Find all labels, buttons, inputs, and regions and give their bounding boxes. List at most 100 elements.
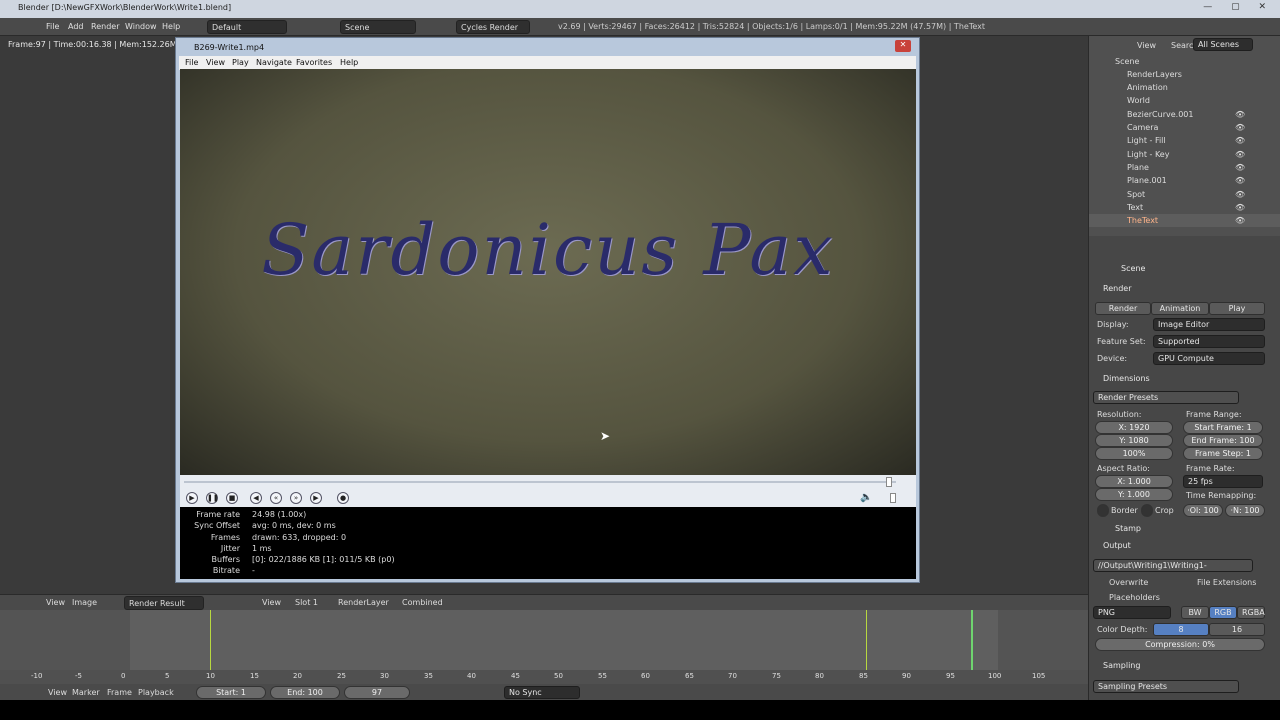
player-menu-favorites[interactable]: Favorites (296, 58, 332, 67)
media-player-window[interactable]: B269-Write1.mp4 ✕ File View Play Navigat… (175, 37, 920, 583)
panel-sampling[interactable]: Sampling (1103, 661, 1140, 670)
tl-frame-menu[interactable]: Frame (107, 688, 132, 697)
outliner-filter-select[interactable]: All Scenes (1193, 38, 1253, 51)
menu-render[interactable]: Render (91, 22, 119, 31)
tl-playback-menu[interactable]: Playback (138, 688, 174, 697)
rewind-icon[interactable]: « (270, 492, 282, 504)
resolution-percent[interactable]: 100% (1095, 447, 1173, 460)
resolution-y[interactable]: Y: 1080 (1095, 434, 1173, 447)
tl-marker-menu[interactable]: Marker (72, 688, 100, 697)
tl-view-menu[interactable]: View (48, 688, 67, 697)
seek-bar[interactable] (180, 475, 916, 489)
compression-slider[interactable]: Compression: 0% (1095, 638, 1265, 651)
eye-icon[interactable]: 👁 (1235, 150, 1245, 159)
format-select[interactable]: PNG (1093, 606, 1171, 619)
placeholders-label[interactable]: Placeholders (1109, 593, 1160, 602)
eye-icon[interactable]: 👁 (1235, 216, 1245, 225)
play-icon[interactable]: ▶ (186, 492, 198, 504)
overwrite-label[interactable]: Overwrite (1109, 578, 1148, 587)
ie-image-menu[interactable]: Image (72, 598, 97, 607)
color-rgb[interactable]: RGB (1209, 606, 1237, 619)
time-remap-old[interactable]: ·Ol: 100 (1183, 504, 1223, 517)
eye-icon[interactable]: 👁 (1235, 163, 1245, 172)
player-menu-file[interactable]: File (185, 58, 198, 67)
color-rgba[interactable]: RGBA (1237, 606, 1265, 619)
aspect-x[interactable]: X: 1.000 (1095, 475, 1173, 488)
render-button[interactable]: Render (1095, 302, 1151, 315)
tl-sync-select[interactable]: No Sync (504, 686, 580, 699)
sampling-presets[interactable]: Sampling Presets (1093, 680, 1239, 693)
end-frame[interactable]: End Frame: 100 (1183, 434, 1263, 447)
previous-icon[interactable]: ◀ (250, 492, 262, 504)
panel-stamp[interactable]: Stamp (1115, 524, 1141, 533)
record-icon[interactable]: ● (337, 492, 349, 504)
panel-output[interactable]: Output (1103, 541, 1131, 550)
close-icon[interactable]: ✕ (895, 40, 911, 52)
start-frame[interactable]: Start Frame: 1 (1183, 421, 1263, 434)
tl-current-frame[interactable]: 97 (344, 686, 410, 699)
layout-select[interactable]: Default (207, 20, 287, 34)
pause-icon[interactable]: ❚❚ (206, 492, 219, 504)
player-menu-navigate[interactable]: Navigate (256, 58, 292, 67)
video-frame[interactable]: Sardonicus Pax ➤ (180, 69, 916, 475)
outliner-item-active[interactable]: TheText (1127, 216, 1158, 225)
animation-button[interactable]: Animation (1151, 302, 1209, 315)
menu-window[interactable]: Window (125, 22, 157, 31)
player-menu-help[interactable]: Help (340, 58, 358, 67)
aspect-y[interactable]: Y: 1.000 (1095, 488, 1173, 501)
file-extensions-label[interactable]: File Extensions (1197, 578, 1256, 587)
stop-icon[interactable]: ■ (226, 492, 238, 504)
forward-icon[interactable]: » (290, 492, 302, 504)
ie-slot-select[interactable]: Slot 1 (295, 598, 318, 607)
outliner-item[interactable]: Plane.001 (1127, 176, 1167, 185)
ie-view-menu[interactable]: View (46, 598, 65, 607)
scene-select[interactable]: Scene (340, 20, 416, 34)
feature-set-select[interactable]: Supported (1153, 335, 1265, 348)
eye-icon[interactable]: 👁 (1235, 123, 1245, 132)
fps-select[interactable]: 25 fps (1183, 475, 1263, 488)
outliner-item[interactable]: World (1127, 96, 1150, 105)
player-menu-view[interactable]: View (206, 58, 225, 67)
menu-file[interactable]: File (46, 22, 59, 31)
outliner-item[interactable]: Spot (1127, 190, 1145, 199)
eye-icon[interactable]: 👁 (1235, 203, 1245, 212)
depth-8[interactable]: 8 (1153, 623, 1209, 636)
time-remap-new[interactable]: ·N: 100 (1225, 504, 1265, 517)
timeline[interactable]: -10 -5 0 5 10 15 20 25 30 35 40 45 50 55… (0, 610, 1088, 684)
eye-icon[interactable]: 👁 (1235, 136, 1245, 145)
next-icon[interactable]: ▶ (310, 492, 322, 504)
player-menu-play[interactable]: Play (232, 58, 249, 67)
menu-add[interactable]: Add (68, 22, 84, 31)
eye-icon[interactable]: 👁 (1235, 110, 1245, 119)
border-checkbox[interactable] (1097, 504, 1109, 517)
menu-help[interactable]: Help (162, 22, 180, 31)
frame-step[interactable]: Frame Step: 1 (1183, 447, 1263, 460)
ie-layer-select[interactable]: RenderLayer (338, 598, 389, 607)
crop-checkbox[interactable] (1141, 504, 1153, 517)
eye-icon[interactable]: 👁 (1235, 190, 1245, 199)
eye-icon[interactable]: 👁 (1235, 176, 1245, 185)
outliner-item[interactable]: RenderLayers (1127, 70, 1182, 79)
window-controls[interactable]: — ▢ ✕ (1203, 2, 1274, 12)
current-frame-line[interactable] (971, 610, 973, 670)
output-path[interactable]: //Output\Writing1\Writing1- (1093, 559, 1253, 572)
tl-end-field[interactable]: End: 100 (270, 686, 340, 699)
outliner-item[interactable]: Camera (1127, 123, 1158, 132)
display-select[interactable]: Image Editor (1153, 318, 1265, 331)
tl-start-field[interactable]: Start: 1 (196, 686, 266, 699)
outliner-item[interactable]: Text (1127, 203, 1143, 212)
color-bw[interactable]: BW (1181, 606, 1209, 619)
depth-16[interactable]: 16 (1209, 623, 1265, 636)
outliner[interactable]: View Search All Scenes Scene RenderLayer… (1089, 36, 1280, 236)
ie-view2-menu[interactable]: View (262, 598, 281, 607)
seek-handle[interactable] (886, 477, 892, 487)
outliner-item[interactable]: BezierCurve.001 (1127, 110, 1193, 119)
panel-render[interactable]: Render (1103, 284, 1131, 293)
outliner-item[interactable]: Animation (1127, 83, 1168, 92)
play-button[interactable]: Play (1209, 302, 1265, 315)
volume-icon[interactable]: 🔈 (860, 492, 872, 503)
render-presets[interactable]: Render Presets (1093, 391, 1239, 404)
ie-pass-select[interactable]: Combined (402, 598, 443, 607)
panel-dimensions[interactable]: Dimensions (1103, 374, 1150, 383)
volume-slider[interactable] (890, 493, 896, 503)
